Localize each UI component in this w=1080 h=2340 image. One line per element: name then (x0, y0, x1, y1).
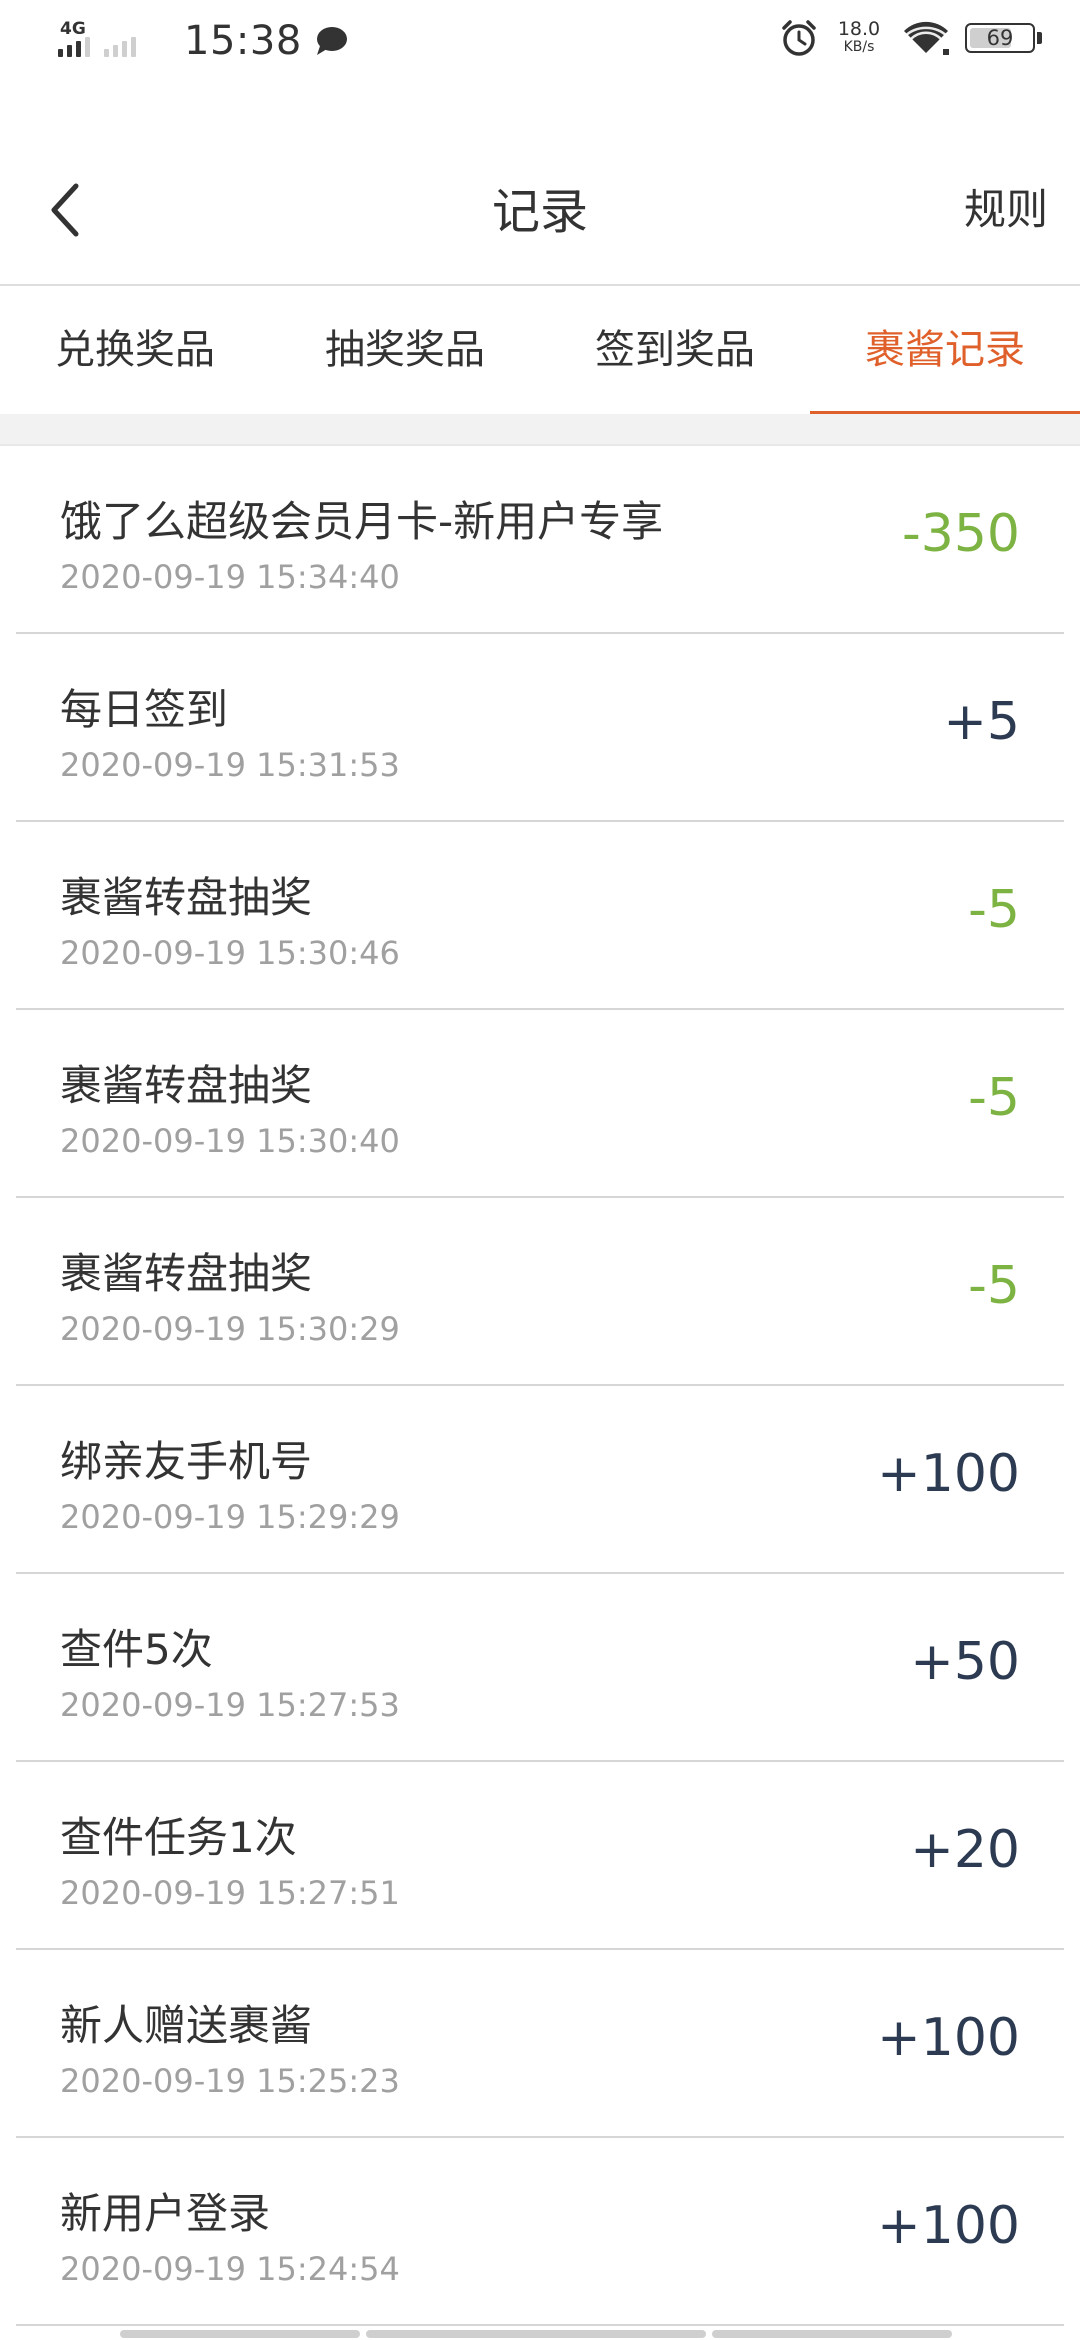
record-amount: +100 (877, 2196, 1020, 2256)
record-time: 2020-09-19 15:30:40 (60, 1122, 400, 1160)
record-time: 2020-09-19 15:27:53 (60, 1686, 400, 1724)
record-title: 查件5次 (60, 1625, 213, 1674)
record-amount: +100 (877, 2008, 1020, 2068)
chat-bubble-icon (316, 27, 347, 55)
status-right: 18.0 KB/s 69 (779, 18, 1042, 58)
records-list: 饿了么超级会员月卡-新用户专享 2020-09-19 15:34:40 -350… (16, 446, 1064, 2326)
status-bar: 4G 15:38 18.0 KB/s 69 (0, 0, 1080, 84)
tab-exchange-prizes[interactable]: 兑换奖品 (0, 286, 270, 414)
tab-checkin-prizes[interactable]: 签到奖品 (540, 286, 810, 414)
list-item[interactable]: 绑亲友手机号 2020-09-19 15:29:29 +100 (16, 1386, 1064, 1574)
rules-link[interactable]: 规则 (964, 176, 1048, 237)
record-time: 2020-09-19 15:25:23 (60, 2062, 400, 2100)
record-time: 2020-09-19 15:27:51 (60, 1874, 400, 1912)
speed-value: 18.0 (837, 18, 881, 40)
signal-icon: 4G (58, 19, 178, 63)
network-type: 4G (60, 19, 86, 39)
list-item[interactable]: 裹酱转盘抽奖 2020-09-19 15:30:46 -5 (16, 822, 1064, 1010)
battery-level: 69 (986, 26, 1014, 50)
tab-lottery-prizes[interactable]: 抽奖奖品 (270, 286, 540, 414)
record-time: 2020-09-19 15:30:29 (60, 1310, 400, 1348)
record-title: 饿了么超级会员月卡-新用户专享 (60, 497, 664, 546)
record-title: 绑亲友手机号 (60, 1437, 313, 1486)
alarm-icon (782, 20, 816, 56)
record-title: 新人赠送裹酱 (60, 2001, 313, 2050)
record-amount: -5 (968, 1256, 1020, 1316)
record-amount: -5 (968, 1068, 1020, 1128)
list-item[interactable]: 查件5次 2020-09-19 15:27:53 +50 (16, 1574, 1064, 1762)
status-time: 15:38 (184, 18, 302, 64)
record-time: 2020-09-19 15:31:53 (60, 746, 400, 784)
list-item[interactable]: 裹酱转盘抽奖 2020-09-19 15:30:40 -5 (16, 1010, 1064, 1198)
record-title: 新用户登录 (60, 2189, 271, 2238)
speed-unit: KB/s (843, 39, 875, 55)
section-divider (0, 414, 1080, 446)
list-item[interactable]: 新人赠送裹酱 2020-09-19 15:25:23 +100 (16, 1950, 1064, 2138)
record-title: 每日签到 (60, 685, 229, 734)
record-time: 2020-09-19 15:29:29 (60, 1498, 400, 1536)
list-item[interactable]: 饿了么超级会员月卡-新用户专享 2020-09-19 15:34:40 -350 (16, 446, 1064, 634)
top-navigation-bar: 记录 规则 (0, 140, 1080, 286)
wifi-icon (903, 21, 949, 55)
list-item[interactable]: 每日签到 2020-09-19 15:31:53 +5 (16, 634, 1064, 822)
page-title: 记录 (491, 184, 588, 240)
record-time: 2020-09-19 15:30:46 (60, 934, 400, 972)
status-left: 4G 15:38 (58, 18, 348, 64)
record-amount: +50 (910, 1632, 1020, 1692)
record-amount: -5 (968, 880, 1020, 940)
network-speed: 18.0 KB/s (831, 20, 887, 56)
record-amount: -350 (901, 504, 1020, 564)
record-time: 2020-09-19 15:24:54 (60, 2250, 400, 2288)
scroll-indicator (120, 2330, 960, 2340)
battery-tip (1037, 32, 1042, 44)
record-amount: +100 (877, 1444, 1020, 1504)
tab-guojiang-records[interactable]: 裹酱记录 (810, 286, 1080, 414)
record-title: 裹酱转盘抽奖 (60, 873, 313, 922)
record-title: 裹酱转盘抽奖 (60, 1061, 313, 1110)
signal-bars (58, 37, 140, 57)
battery-icon: 69 (965, 23, 1035, 53)
list-item[interactable]: 查件任务1次 2020-09-19 15:27:51 +20 (16, 1762, 1064, 1950)
record-amount: +5 (943, 692, 1020, 752)
list-item[interactable]: 新用户登录 2020-09-19 15:24:54 +100 (16, 2138, 1064, 2326)
list-item[interactable]: 裹酱转盘抽奖 2020-09-19 15:30:29 -5 (16, 1198, 1064, 1386)
record-title: 查件任务1次 (60, 1813, 297, 1862)
record-time: 2020-09-19 15:34:40 (60, 558, 400, 596)
record-title: 裹酱转盘抽奖 (60, 1249, 313, 1298)
record-amount: +20 (910, 1820, 1020, 1880)
tab-bar: 兑换奖品 抽奖奖品 签到奖品 裹酱记录 (0, 286, 1080, 414)
